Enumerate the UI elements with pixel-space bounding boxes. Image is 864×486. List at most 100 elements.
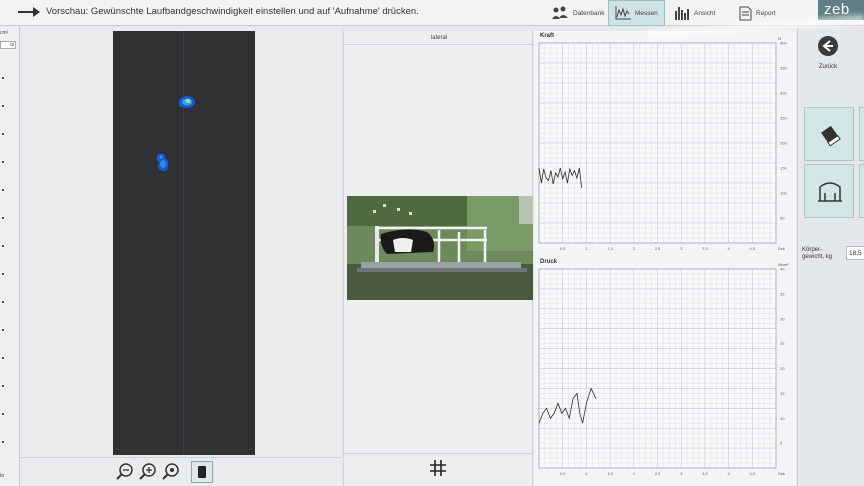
unit-label: cm² — [0, 30, 9, 36]
x-tick-label: 1,5 — [607, 246, 613, 251]
x-tick-label: 4,5 — [750, 246, 756, 251]
x-tick-label: 2 — [633, 471, 636, 476]
y-tick-label: 250 — [780, 116, 787, 121]
database-button[interactable]: Datenbank — [545, 0, 610, 26]
x-tick-label: 3,5 — [702, 471, 708, 476]
x-tick-label: 0,5 — [560, 246, 566, 251]
people-icon — [552, 6, 568, 19]
bars-icon — [675, 7, 689, 20]
y-tick-label: 100 — [780, 191, 787, 196]
x-unit-label: Sek — [778, 246, 785, 251]
database-label: Datenbank — [573, 9, 605, 17]
eraser-icon — [821, 125, 841, 147]
x-tick-label: 2,5 — [655, 471, 661, 476]
scale-tick — [2, 413, 4, 415]
scale-tick — [2, 245, 4, 247]
zoom-out-icon[interactable] — [115, 462, 135, 482]
back-button[interactable]: Zurück — [808, 35, 848, 75]
x-tick-label: 1 — [585, 246, 588, 251]
top-toolbar: Vorschau: Gewünschte Laufbandgeschwindig… — [0, 0, 864, 26]
x-tick-label: 1 — [585, 471, 588, 476]
view-button[interactable]: Ansicht — [668, 0, 721, 26]
camera-header: lateral — [344, 31, 534, 45]
y-tick-label: 200 — [780, 141, 787, 146]
body-weight-label-line2: gewicht, kg — [802, 254, 833, 260]
back-arrow-icon — [818, 36, 838, 56]
y-tick-label: 350 — [780, 66, 787, 71]
arrow-right-icon — [18, 7, 40, 17]
paw-print-hind — [156, 153, 169, 171]
gait-tile-button[interactable] — [804, 164, 854, 218]
eraser-tile-button[interactable] — [804, 107, 854, 161]
scale-tick — [2, 329, 4, 331]
y-tick-label: 150 — [780, 166, 787, 171]
y-tick-label: 35 — [780, 291, 785, 296]
camera-toolbar — [343, 453, 533, 486]
scale-tick — [2, 133, 4, 135]
y-tick-label: 400 — [780, 41, 787, 46]
y-unit-label: N — [778, 36, 781, 41]
x-tick-label: 3,5 — [702, 246, 708, 251]
x-tick-label: 3 — [680, 246, 683, 251]
x-tick-label: 2,5 — [655, 246, 661, 251]
stop-icon — [198, 466, 206, 478]
y-unit-label: N/cm² — [778, 262, 789, 267]
scale-tick — [2, 189, 4, 191]
measure-icon — [615, 6, 631, 20]
measure-button[interactable]: Messen — [608, 0, 665, 26]
x-tick-label: 2 — [633, 246, 636, 251]
scale-tick — [2, 385, 4, 387]
view-label: Ansicht — [694, 9, 716, 17]
scale-tick — [2, 441, 4, 443]
measure-label: Messen — [635, 9, 658, 17]
pressure-chart[interactable]: 0,5 1 1,5 2 2,5 3 3,5 4 4,5 5 10 15 20 25 30 35 40 Sek N/c… — [534, 257, 796, 486]
x-tick-label: 4 — [727, 471, 730, 476]
scale-tick — [2, 357, 4, 359]
camera-video-frame — [347, 196, 533, 300]
scale-tick — [2, 105, 4, 107]
tile-edge — [859, 164, 864, 218]
document-icon — [739, 6, 752, 20]
paw-print-front — [179, 96, 195, 108]
x-tick-label: 0,5 — [560, 471, 566, 476]
y-tick-label: 5 — [780, 441, 783, 446]
unit-selector[interactable]: iz — [0, 41, 16, 49]
force-chart[interactable]: 0,5 1 1,5 2 2,5 3 3,5 4 4,5 50 100 150 200 250 300 350 4… — [534, 31, 796, 261]
zoom-fit-icon[interactable] — [161, 462, 181, 482]
y-tick-label: 300 — [780, 91, 787, 96]
status-message: Vorschau: Gewünschte Laufbandgeschwindig… — [46, 6, 419, 17]
x-tick-label: 3 — [680, 471, 683, 476]
x-unit-label: Sek — [778, 471, 785, 476]
grid-icon[interactable] — [428, 458, 448, 478]
body-weight-label: Körper- gewicht, kg — [802, 247, 832, 261]
back-label: Zurück — [818, 64, 838, 70]
y-tick-label: 40 — [780, 267, 785, 272]
y-tick-label: 25 — [780, 341, 785, 346]
y-tick-label: 20 — [780, 366, 785, 371]
zoom-toolbar — [21, 457, 341, 486]
report-label: Report — [756, 9, 776, 17]
body-weight-label-line1: Körper- — [802, 247, 823, 253]
treadmill-video-image — [347, 196, 533, 300]
scale-tick — [2, 273, 4, 275]
scale-tick — [2, 161, 4, 163]
body-weight-input[interactable]: 18,5 — [846, 246, 864, 260]
right-action-panel: Zurück Körper- gewicht, kg 18,5 — [797, 27, 864, 486]
scale-tick — [2, 77, 4, 79]
scale-tick — [2, 217, 4, 219]
camera-panel: lateral — [343, 31, 534, 453]
pressure-chart-panel: Druck 0,5 1 1,5 2 2,5 3 3,5 4 4,5 5 10 15 20 25 30 35 40… — [534, 257, 796, 486]
x-tick-label: 1,5 — [607, 471, 613, 476]
x-tick-label: 4 — [727, 246, 730, 251]
scale-tick — [2, 301, 4, 303]
y-tick-label: 15 — [780, 391, 785, 396]
zoom-in-icon[interactable] — [138, 462, 158, 482]
pressure-plate-panel — [21, 27, 341, 457]
scale-bottom-label: to — [0, 473, 5, 479]
record-stop-button[interactable] — [191, 461, 213, 483]
force-chart-panel: Kraft 0,5 1 1,5 2 2,5 3 3,5 4 4,5 50 100 150 200 250 3… — [534, 31, 796, 261]
pressure-plate[interactable] — [113, 31, 255, 455]
y-tick-label: 30 — [780, 316, 785, 321]
x-tick-label: 4,5 — [750, 471, 756, 476]
y-tick-label: 10 — [780, 416, 785, 421]
